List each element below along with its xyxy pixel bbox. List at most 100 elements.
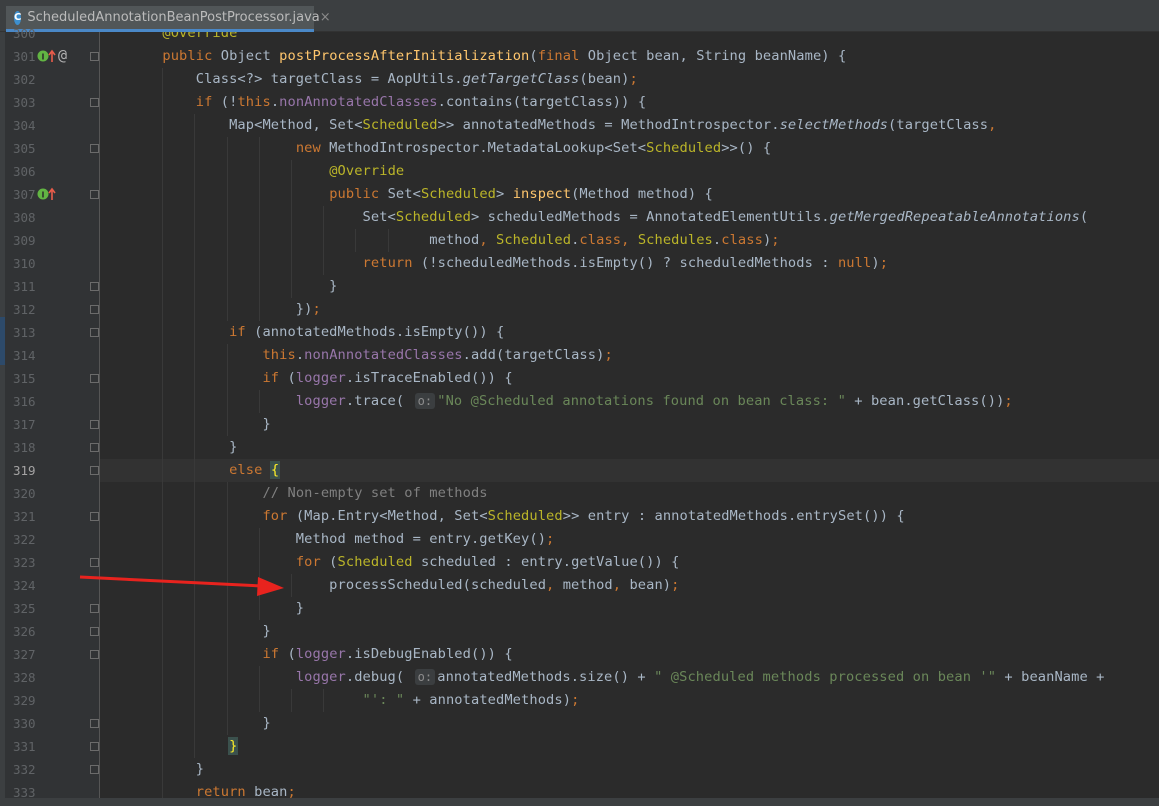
fold-marker-icon[interactable] — [90, 466, 99, 475]
parameter-hint: o: — [414, 669, 436, 685]
code-line-305[interactable]: new MethodIntrospector.MetadataLookup<Se… — [129, 137, 771, 160]
code-token: ; — [1004, 393, 1013, 409]
code-token: Method method = entry.getKey() — [129, 531, 547, 547]
fold-marker-icon[interactable] — [90, 719, 99, 728]
fold-marker-icon[interactable] — [90, 558, 99, 567]
fold-marker-icon[interactable] — [90, 52, 99, 61]
code-token: Map<Method, Set< — [129, 117, 363, 133]
fold-marker-icon[interactable] — [90, 627, 99, 636]
fold-marker-icon[interactable] — [90, 98, 99, 107]
code-line-310[interactable]: return (!scheduledMethods.isEmpty() ? sc… — [129, 252, 888, 275]
line-number: 318 — [13, 440, 36, 455]
fold-marker-icon[interactable] — [90, 374, 99, 383]
code-token: (targetClass — [888, 117, 989, 133]
code-line-323[interactable]: for (Scheduled scheduled : entry.getValu… — [129, 551, 680, 574]
code-line-319[interactable]: else { — [129, 459, 281, 482]
code-line-317[interactable]: } — [129, 413, 271, 436]
code-token: }) — [129, 301, 313, 317]
code-token: nonAnnotatedClasses — [279, 94, 438, 110]
override-method-icon[interactable]: I — [36, 48, 58, 64]
code-line-311[interactable]: } — [129, 275, 338, 298]
code-token: , — [479, 232, 488, 248]
code-line-313[interactable]: if (annotatedMethods.isEmpty()) { — [129, 321, 504, 344]
code-token: if — [262, 370, 280, 386]
code-token: ( — [279, 646, 296, 662]
code-line-315[interactable]: if (logger.isTraceEnabled()) { — [129, 367, 513, 390]
code-token: . — [295, 347, 305, 363]
code-token: >> entry : annotatedMethods.entrySet()) … — [562, 508, 905, 524]
code-editor[interactable]: @Override public Object postProcessAfter… — [100, 32, 1159, 806]
line-number: 305 — [13, 141, 36, 156]
code-token: logger — [295, 393, 346, 409]
code-line-309[interactable]: method, Scheduled.class, Schedules.class… — [129, 229, 780, 252]
fold-marker-icon[interactable] — [90, 190, 99, 199]
code-token: (annotatedMethods.isEmpty()) { — [245, 324, 505, 340]
at-annotation-icon[interactable]: @ — [58, 46, 67, 64]
fold-marker-icon[interactable] — [90, 328, 99, 337]
code-token: } — [129, 416, 271, 432]
code-line-302[interactable]: Class<?> targetClass = AopUtils.getTarge… — [129, 68, 638, 91]
line-number-gutter[interactable]: 300 301 302 303 304 305 306 307 308 309 310 311 312 3… — [5, 26, 100, 806]
code-line-306[interactable]: @Override — [129, 160, 404, 183]
code-token: else — [229, 462, 263, 478]
code-line-329[interactable]: "': " + annotatedMethods); — [129, 689, 580, 712]
line-number: 328 — [13, 670, 36, 685]
close-icon[interactable]: × — [320, 10, 331, 25]
override-method-icon[interactable]: I — [36, 186, 58, 202]
code-token: for — [295, 554, 321, 570]
editor-tab[interactable]: C ScheduledAnnotationBeanPostProcessor.j… — [6, 6, 331, 32]
code-line-318[interactable]: } — [129, 436, 237, 459]
code-line-303[interactable]: if (!this.nonAnnotatedClasses.contains(t… — [129, 91, 646, 114]
code-token: .trace( — [345, 393, 413, 409]
code-token: bean) — [621, 577, 672, 593]
fold-marker-icon[interactable] — [90, 650, 99, 659]
code-line-308[interactable]: Set<Scheduled> scheduledMethods = Annota… — [129, 206, 1089, 229]
fold-marker-icon[interactable] — [90, 144, 99, 153]
code-line-301[interactable]: public Object postProcessAfterInitializa… — [129, 45, 846, 68]
code-token: Scheduled — [487, 508, 563, 524]
code-line-330[interactable]: } — [129, 712, 271, 735]
code-line-322[interactable]: Method method = entry.getKey(); — [129, 528, 554, 551]
code-token: logger — [295, 669, 346, 685]
code-token: ; — [546, 531, 555, 547]
code-line-328[interactable]: logger.debug( o: annotatedMethods.size() … — [129, 666, 1105, 689]
fold-marker-icon[interactable] — [90, 305, 99, 314]
line-number: 329 — [13, 693, 36, 708]
code-line-331[interactable]: } — [129, 735, 239, 758]
fold-marker-icon[interactable] — [90, 742, 99, 751]
fold-marker-icon[interactable] — [90, 765, 99, 774]
code-token: ; — [771, 232, 780, 248]
fold-marker-icon[interactable] — [90, 420, 99, 429]
code-line-307[interactable]: public Set<Scheduled> inspect(Method met… — [129, 183, 713, 206]
code-line-332[interactable]: } — [129, 758, 204, 781]
code-line-300[interactable]: @Override — [129, 32, 237, 45]
code-token: } — [228, 737, 239, 755]
code-token: return — [362, 255, 413, 271]
fold-marker-icon[interactable] — [90, 443, 99, 452]
code-line-321[interactable]: for (Map.Entry<Method, Set<Scheduled>> e… — [129, 505, 905, 528]
code-line-320[interactable]: // Non-empty set of methods — [129, 482, 488, 505]
line-number: 303 — [13, 95, 36, 110]
code-line-304[interactable]: Map<Method, Set<Scheduled>> annotatedMet… — [129, 114, 996, 137]
fold-marker-icon[interactable] — [90, 512, 99, 521]
line-number: 327 — [13, 647, 36, 662]
code-token: ( — [529, 48, 538, 64]
code-line-325[interactable]: } — [129, 597, 304, 620]
code-token: this — [237, 94, 271, 110]
fold-marker-icon[interactable] — [90, 282, 99, 291]
code-line-316[interactable]: logger.trace( o: "No @Scheduled annotatio… — [129, 390, 1013, 413]
code-line-314[interactable]: this.nonAnnotatedClasses.add(targetClass… — [129, 344, 613, 367]
code-line-324[interactable]: processScheduled(scheduled, method, bean… — [129, 574, 680, 597]
line-number: 321 — [13, 509, 36, 524]
code-line-312[interactable]: }); — [129, 298, 321, 321]
fold-marker-icon[interactable] — [90, 604, 99, 613]
code-line-326[interactable]: } — [129, 620, 271, 643]
code-line-327[interactable]: if (logger.isDebugEnabled()) { — [129, 643, 513, 666]
